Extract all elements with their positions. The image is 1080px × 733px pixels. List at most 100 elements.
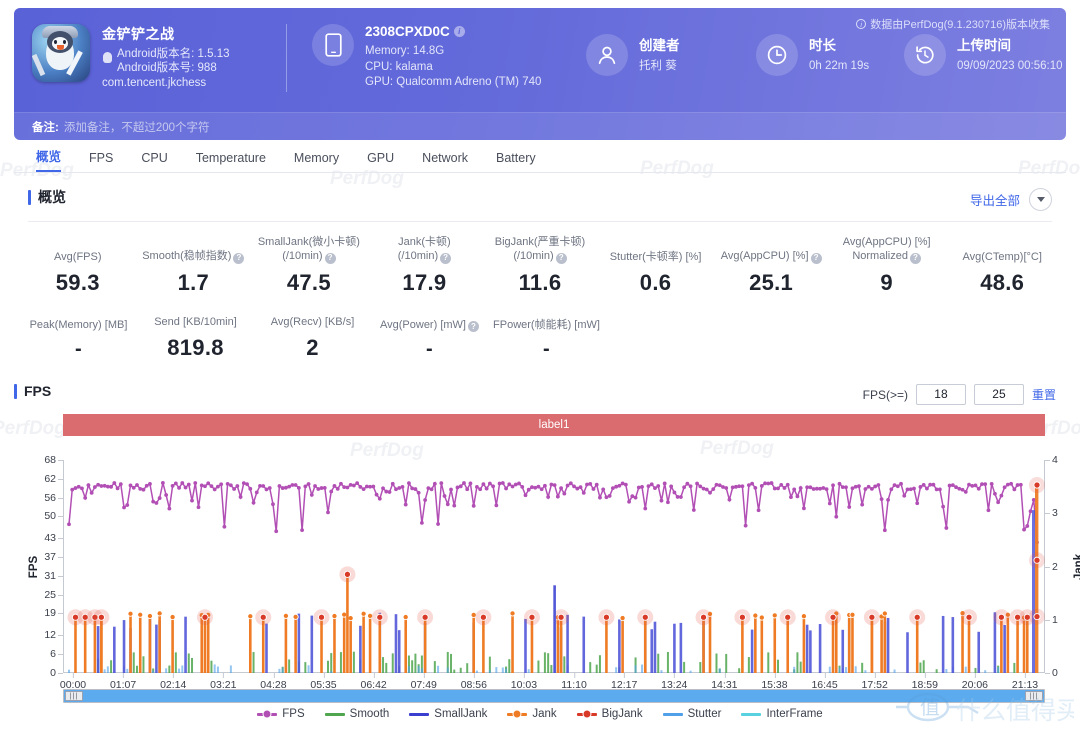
y-tick-label: 37 <box>44 551 63 563</box>
metric-value: - <box>426 338 433 360</box>
metric-label: Avg(FPS) <box>54 250 102 263</box>
tab-bar: 概览 FPS CPU Temperature Memory GPU Network Batte… <box>14 143 1066 173</box>
legend-item-BigJank[interactable]: BigJank <box>576 708 643 720</box>
reset-button[interactable]: 重置 <box>1032 386 1056 403</box>
app-version-lines: Android版本名: 1.5.13 Android版本号: 988 <box>117 47 230 75</box>
app-name: 金铲铲之战 <box>102 26 175 42</box>
info-icon[interactable]: i <box>453 26 465 37</box>
metric-label: BigJank(严重卡顿) (/10min)? <box>494 236 586 264</box>
legend-item-FPS[interactable]: FPS <box>257 708 305 720</box>
metric-label: Avg(AppCPU) [%] Normalized? <box>842 236 931 264</box>
device-gpu: GPU: Qualcomm Adreno (TM) 740 <box>365 76 542 88</box>
fps-threshold-input-2[interactable]: 25 <box>973 384 1024 405</box>
tab-概览[interactable]: 概览 <box>28 146 75 172</box>
legend-label: SmallJank <box>434 708 488 720</box>
app-version-row: Android版本名: 1.5.13 Android版本号: 988 <box>102 47 230 75</box>
y-tick-label: 31 <box>44 570 63 582</box>
legend-item-Smooth[interactable]: Smooth <box>324 708 390 720</box>
title-accent-bar <box>28 189 31 205</box>
metric-value: 9 <box>880 269 893 295</box>
help-icon[interactable]: ? <box>233 252 245 264</box>
help-icon[interactable]: ? <box>440 252 452 264</box>
metric-value: 48.6 <box>980 269 1025 295</box>
legend-label: Smooth <box>349 708 390 720</box>
device-model: 2308CPXD0C <box>365 24 450 39</box>
legend-swatch <box>576 712 597 716</box>
fps-threshold-input-1[interactable]: 18 <box>915 384 966 405</box>
overview-title-group: 概览 <box>28 187 66 207</box>
y-tick-label-right: 3 <box>1045 507 1058 519</box>
upload-text: 上传时间 09/09/2023 00:56:10 <box>957 34 1063 75</box>
metric-value: 25.1 <box>749 269 794 295</box>
metric-value: 819.8 <box>167 335 224 360</box>
metric-label: Smooth(稳帧指数)? <box>136 249 252 264</box>
metric-value: 11.6 <box>518 269 562 295</box>
legend-item-Stutter[interactable]: Stutter <box>662 708 722 720</box>
legend-item-SmallJank[interactable]: SmallJank <box>409 708 487 720</box>
device-memory: Memory: 14.8G <box>365 45 445 57</box>
metric-value: 47.5 <box>286 269 331 295</box>
y-tick-label-right: 4 <box>1045 454 1058 466</box>
metric-label: Avg(AppCPU) [%]? <box>713 249 829 264</box>
metric-cell: Avg(Power) [mW]? - <box>371 318 488 362</box>
legend-swatch <box>324 712 345 716</box>
export-dropdown-button[interactable] <box>1029 188 1052 211</box>
help-icon[interactable]: ? <box>324 252 336 264</box>
legend-label: InterFrame <box>766 708 823 720</box>
help-icon[interactable]: ? <box>467 321 479 332</box>
header-divider <box>286 24 287 92</box>
upload-info-block: 上传时间 09/09/2023 00:56:10 <box>904 34 1063 76</box>
export-group: 导出全部 <box>970 188 1052 211</box>
legend-item-Jank[interactable]: Jank <box>507 708 557 720</box>
help-icon[interactable]: ? <box>555 252 567 264</box>
clock-icon <box>756 34 798 76</box>
app-icon <box>32 24 90 82</box>
legend-label: Stutter <box>687 708 722 720</box>
y-tick-label-right: 0 <box>1045 667 1058 679</box>
chart-ylabel-right: Jank <box>1072 553 1080 580</box>
metric-cell: Avg(AppCPU) [%] Normalized? 9 <box>829 235 945 298</box>
legend-swatch <box>662 712 683 716</box>
history-icon <box>904 34 946 76</box>
y-tick-label: 12 <box>44 629 63 641</box>
legend-item-InterFrame[interactable]: InterFrame <box>741 708 823 720</box>
remark-bar[interactable]: 备注: 添加备注，不超过200个字符 <box>14 112 1066 140</box>
tab-FPS[interactable]: FPS <box>75 151 127 172</box>
tab-Temperature[interactable]: Temperature <box>182 151 280 172</box>
creator-value: 托利 葵 <box>639 60 677 72</box>
tab-Memory[interactable]: Memory <box>280 151 353 172</box>
legend-label: Jank <box>532 708 557 720</box>
help-icon[interactable]: ? <box>909 252 921 264</box>
chart-label-band[interactable]: label1 <box>63 414 1045 436</box>
legend-swatch <box>409 712 430 716</box>
device-model-row: 2308CPXD0C i <box>365 24 541 39</box>
tab-GPU[interactable]: GPU <box>353 151 408 172</box>
metric-value: 1.7 <box>177 269 210 295</box>
help-icon[interactable]: ? <box>810 252 822 264</box>
upload-value: 09/09/2023 00:56:10 <box>957 60 1063 72</box>
y-tick-label: 62 <box>44 473 63 485</box>
metric-cell: Stutter(卡顿率) [%] 0.6 <box>598 250 714 298</box>
metric-value: 0.6 <box>639 269 672 295</box>
fps-chart: label1 FPS Jank 68 62 56 50 43 37 31 25 19 12 6 0 4… <box>14 408 1080 703</box>
chart-plot-area[interactable]: FPS Jank 68 62 56 50 43 37 31 25 19 12 6 0 43210 00… <box>28 454 1080 691</box>
phone-icon <box>312 24 354 66</box>
y-tick-label-right: 2 <box>1045 561 1058 573</box>
tab-CPU[interactable]: CPU <box>127 151 181 172</box>
metric-value: 2 <box>306 335 319 360</box>
metric-cell: BigJank(严重卡顿) (/10min)? 11.6 <box>482 235 598 298</box>
duration-title: 时长 <box>809 38 836 53</box>
duration-value: 0h 22m 19s <box>809 60 870 72</box>
chart-scroll-handle-left[interactable]: ||| <box>65 691 83 701</box>
page-title: 概览 <box>38 189 66 205</box>
export-all-button[interactable]: 导出全部 <box>970 190 1020 209</box>
tab-Network[interactable]: Network <box>408 151 482 172</box>
collector-note-text: 数据由PerfDog(9.1.230716)版本收集 <box>870 19 1050 31</box>
app-version-code: Android版本号: 988 <box>117 62 217 74</box>
metric-label: Send [KB/10min] <box>154 316 237 328</box>
app-text: 金铲铲之战 Android版本名: 1.5.13 Android版本号: 988… <box>102 24 230 89</box>
duration-info-block: 时长 0h 22m 19s <box>756 34 869 76</box>
remark-input[interactable]: 添加备注，不超过200个字符 <box>64 119 210 135</box>
tab-Battery[interactable]: Battery <box>482 151 550 172</box>
metric-label: FPower(帧能耗) [mW] <box>493 319 600 331</box>
